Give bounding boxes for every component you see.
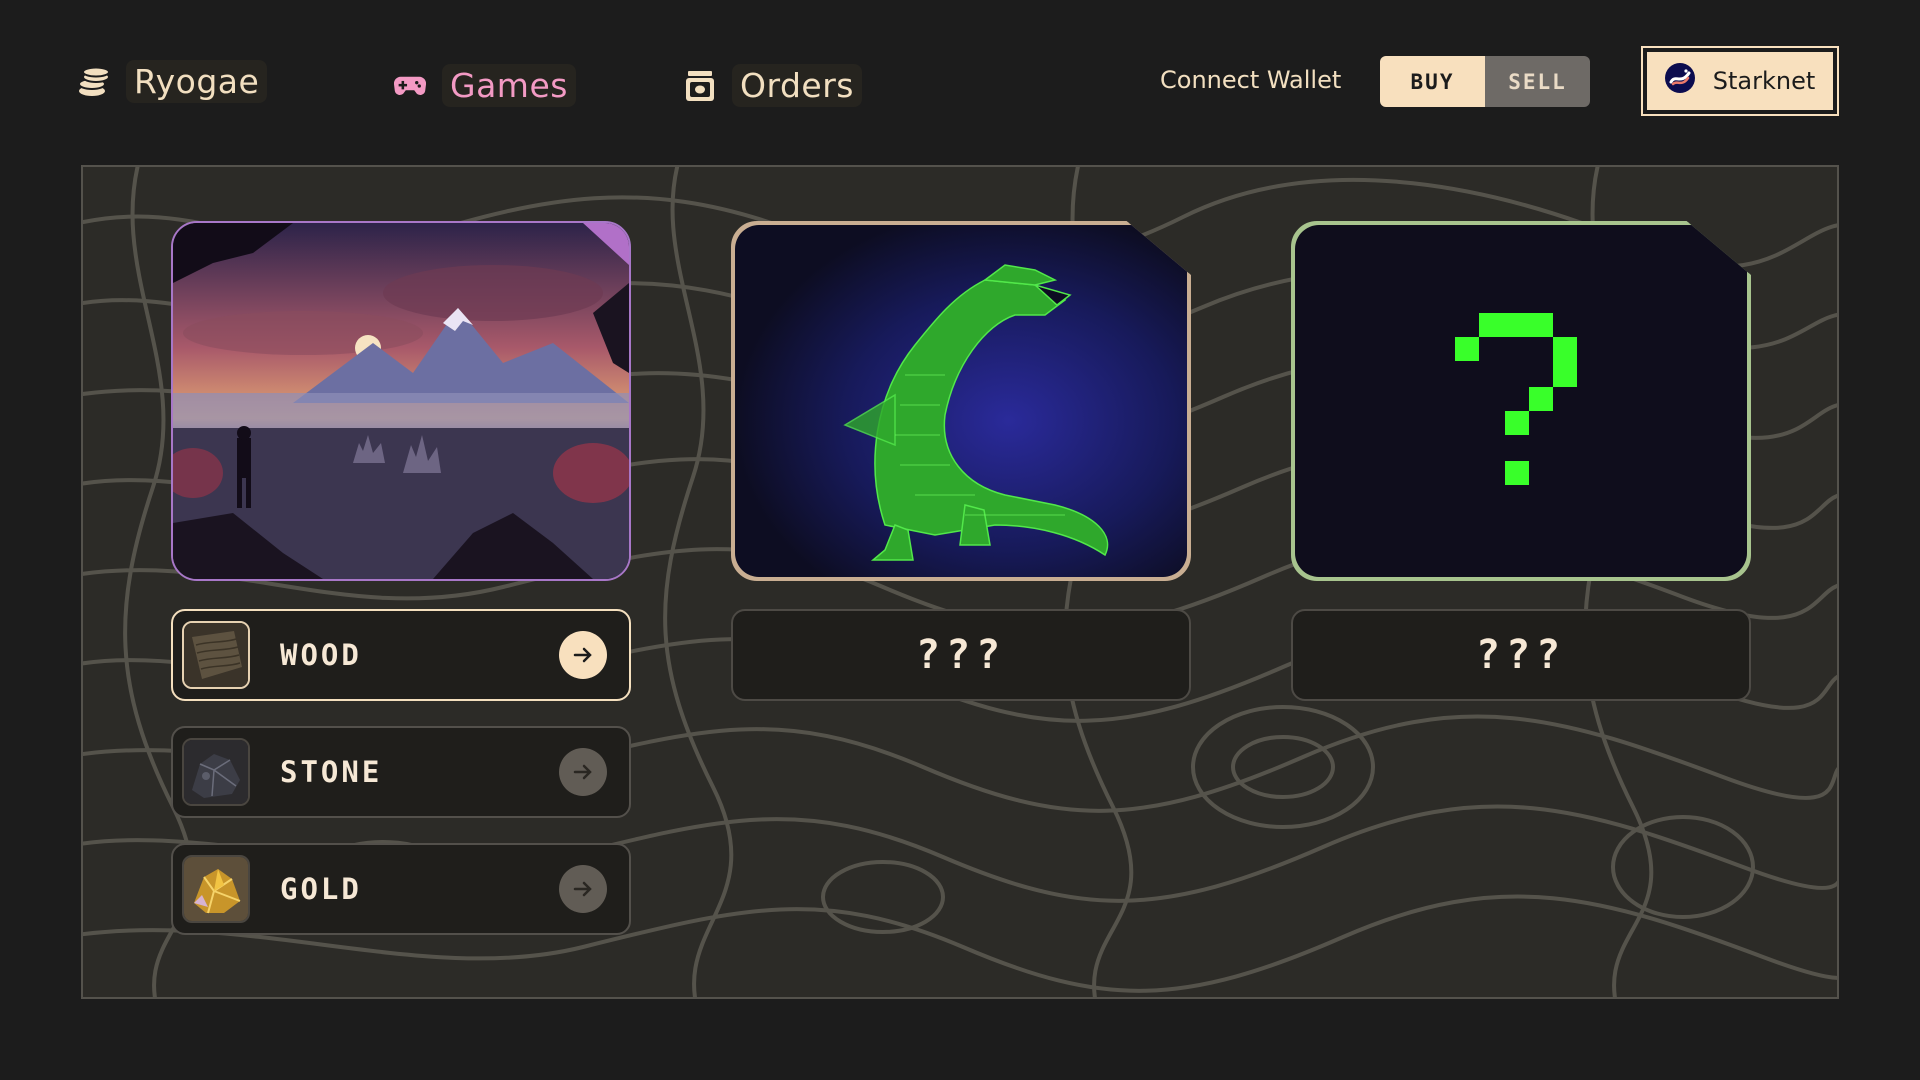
sell-button[interactable]: SELL [1485, 56, 1590, 107]
brand-link[interactable]: Ryogae [78, 60, 268, 103]
game-card-landscape[interactable] [171, 221, 631, 581]
starknet-logo-icon [1664, 63, 1695, 99]
gold-thumbnail [182, 855, 250, 923]
game-card-mystery[interactable] [1291, 221, 1751, 581]
game-label-unknown[interactable]: ??? [731, 609, 1191, 701]
resource-label-stone: STONE [280, 755, 383, 789]
network-label: Starknet [1712, 67, 1816, 95]
nav-games[interactable]: Games [394, 64, 576, 107]
coins-stack-icon [78, 66, 110, 98]
green-dragon-image [735, 225, 1187, 577]
nav-orders[interactable]: Orders [684, 64, 862, 107]
resource-label-wood: WOOD [280, 638, 362, 672]
mountain-landscape-image [173, 223, 629, 579]
connect-wallet-button[interactable]: Connect Wallet [1160, 66, 1341, 94]
wood-thumbnail [182, 621, 250, 689]
resource-label-gold: GOLD [280, 872, 362, 906]
network-selector-button[interactable]: Starknet [1641, 46, 1839, 116]
arrow-right-icon[interactable] [559, 631, 607, 679]
resource-row-gold[interactable]: GOLD [171, 843, 631, 935]
stone-thumbnail [182, 738, 250, 806]
arrow-right-icon[interactable] [559, 748, 607, 796]
resource-row-wood[interactable]: WOOD [171, 609, 631, 701]
nav-games-label: Games [442, 64, 576, 107]
buy-sell-toggle[interactable]: BUY SELL [1380, 56, 1590, 107]
buy-button[interactable]: BUY [1380, 56, 1485, 107]
games-panel: WOOD STONE GOLD ??? ??? [81, 165, 1839, 999]
box-icon [684, 70, 716, 102]
arrow-right-icon[interactable] [559, 865, 607, 913]
game-label-unknown[interactable]: ??? [1291, 609, 1751, 701]
gamepad-icon [394, 70, 426, 102]
nav-orders-label: Orders [732, 64, 862, 107]
question-mark-image [1295, 225, 1747, 577]
resource-row-stone[interactable]: STONE [171, 726, 631, 818]
game-card-dragon[interactable] [731, 221, 1191, 581]
brand-label: Ryogae [126, 60, 268, 103]
